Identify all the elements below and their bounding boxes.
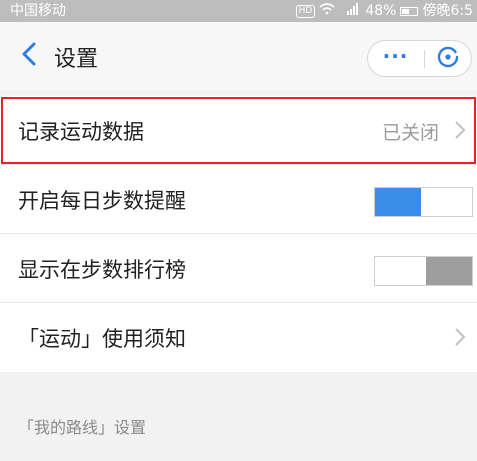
back-button[interactable] [14,39,44,73]
capsule-divider [424,50,425,68]
toggle-fill [375,188,421,216]
chevron-right-icon [453,118,467,142]
leaderboard-toggle[interactable] [374,256,473,286]
settings-list: 记录运动数据 已关闭 开启每日步数提醒 显示在步数排行榜 「运动」使用须知 [0,96,477,372]
battery-percent: 48% [365,3,397,19]
more-button[interactable]: ··· [368,41,423,76]
show-on-leaderboard-item: 显示在步数排行榜 [0,234,477,303]
status-bar: 中国移动 HD 48% 傍晚6:5 [0,0,477,22]
item-label: 开启每日步数提醒 [18,189,186,213]
toggle-fill [426,257,472,285]
status-indicators: HD 48% 傍晚6:5 [295,0,473,22]
signal-icon [339,0,361,22]
status-time: 傍晚6:5 [422,3,473,19]
battery-icon [400,6,419,16]
mini-program-capsule: ··· [367,40,472,77]
item-label: 记录运动数据 [18,120,144,144]
record-exercise-data-item[interactable]: 记录运动数据 已关闭 [0,96,477,165]
item-value: 已关闭 [381,122,439,144]
wifi-icon [319,0,335,22]
chevron-left-icon [22,42,36,70]
close-miniprogram-button[interactable] [428,44,468,74]
daily-reminder-toggle[interactable] [374,187,473,217]
page-title: 设置 [54,47,99,72]
navigation-bar: 设置 ··· [0,22,477,90]
daily-steps-reminder-item: 开启每日步数提醒 [0,165,477,234]
item-label: 显示在步数排行榜 [18,258,186,282]
item-label: 「运动」使用须知 [18,327,186,351]
section-title: 「我的路线」设置 [18,418,147,437]
usage-notice-item[interactable]: 「运动」使用须知 [0,303,477,372]
carrier-name: 中国移动 [10,3,66,19]
close-circle-icon [436,45,460,73]
hd-badge: HD [295,4,316,18]
chevron-right-icon [453,325,467,349]
